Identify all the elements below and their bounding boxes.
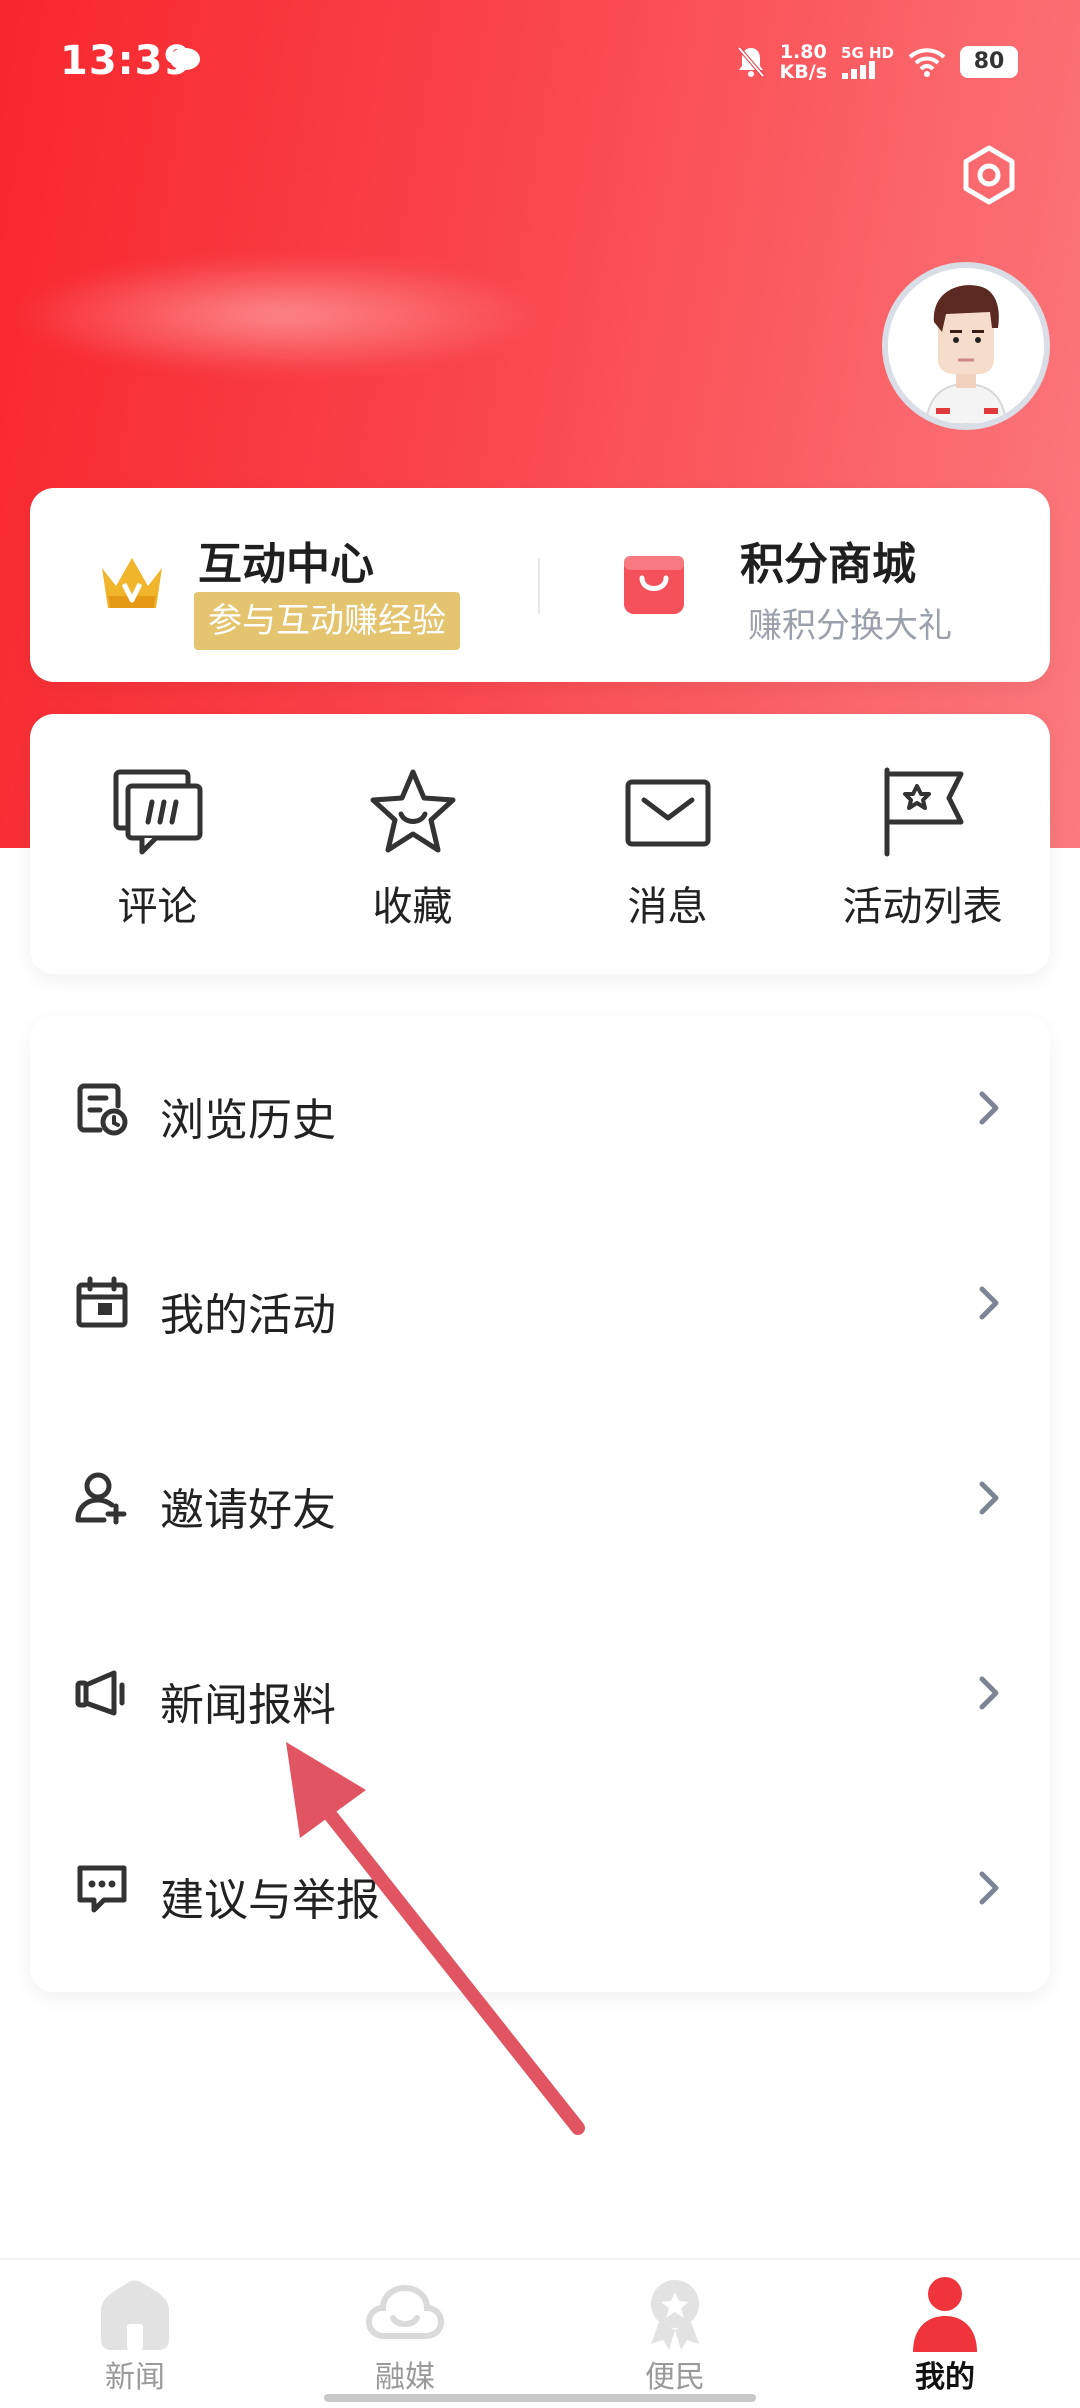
- crown-icon: [102, 558, 162, 608]
- gift-bag-icon: [624, 556, 684, 614]
- envelope-icon: [625, 779, 711, 847]
- network-speed-unit: KB/s: [779, 61, 828, 83]
- calendar-icon: [76, 1276, 128, 1328]
- menu-item-feedback-report[interactable]: 建议与举报: [30, 1796, 1050, 1991]
- chevron-right-icon: [979, 1091, 999, 1125]
- nav-label: 融媒: [375, 2360, 435, 2395]
- blurred-username: [10, 255, 550, 375]
- points-store-entry[interactable]: 积分商城 赚积分换大礼: [540, 488, 1050, 682]
- chevron-right-icon: [979, 1481, 999, 1515]
- history-icon: [77, 1083, 128, 1136]
- mute-bell-icon: [737, 46, 765, 78]
- quick-action-label: 评论: [117, 884, 198, 930]
- avatar-illustration: [888, 268, 1044, 424]
- chevron-right-icon: [979, 1286, 999, 1320]
- nav-item-mine[interactable]: 我的: [810, 2260, 1080, 2408]
- points-store-subtitle: 赚积分换大礼: [748, 606, 952, 646]
- star-icon: [370, 769, 456, 853]
- network-type: 5G HD: [841, 44, 894, 62]
- bottom-nav: 新闻 融媒 便民 我的: [0, 2258, 1080, 2408]
- nav-label-active: 我的: [915, 2360, 975, 2395]
- menu-item-label: 浏览历史: [160, 1095, 336, 1146]
- quick-action-label: 活动列表: [842, 884, 1003, 930]
- menu-item-label: 建议与举报: [160, 1875, 380, 1926]
- network-speed: 1.80 KB/s: [780, 42, 827, 82]
- quick-action-label: 消息: [627, 884, 708, 930]
- home-indicator[interactable]: [324, 2394, 756, 2402]
- rewards-card: 互动中心 参与互动赚经验 积分商城 赚积分换大礼: [30, 488, 1050, 682]
- menu-item-label: 新闻报料: [160, 1680, 336, 1731]
- network-speed-value: 1.80: [779, 41, 827, 63]
- cloud-icon: [365, 2284, 445, 2339]
- menu-item-browse-history[interactable]: 浏览历史: [30, 1016, 1050, 1211]
- interaction-center-title: 互动中心: [198, 539, 374, 590]
- megaphone-icon: [75, 1670, 125, 1716]
- nav-label: 新闻: [105, 2360, 165, 2395]
- status-indicators: 1.80 KB/s 5G HD 80: [736, 40, 1018, 84]
- cell-signal: 5G HD: [841, 45, 894, 79]
- flag-icon: [884, 767, 964, 857]
- comment-icon: [113, 769, 203, 855]
- quick-action-messages[interactable]: 消息: [540, 714, 795, 974]
- menu-item-label: 邀请好友: [160, 1485, 336, 1536]
- wifi-icon: [908, 48, 946, 77]
- nav-item-media[interactable]: 融媒: [270, 2260, 540, 2408]
- battery-indicator: 80: [960, 46, 1018, 78]
- signal-icon: [842, 61, 876, 79]
- quick-action-favorites[interactable]: 收藏: [285, 714, 540, 974]
- points-store-title: 积分商城: [740, 539, 916, 590]
- user-icon: [913, 2277, 977, 2352]
- nav-label: 便民: [645, 2360, 705, 2395]
- add-user-icon: [75, 1472, 127, 1525]
- settings-icon[interactable]: [958, 144, 1020, 206]
- chat-bubble-icon: [170, 48, 200, 74]
- chevron-right-icon: [979, 1676, 999, 1710]
- menu-list: 浏览历史 我的活动 邀请好友 新闻报料 建议与举报: [30, 1016, 1050, 1992]
- menu-item-news-tip[interactable]: 新闻报料: [30, 1601, 1050, 1796]
- quick-action-activity-list[interactable]: 活动列表: [795, 714, 1050, 974]
- nav-item-services[interactable]: 便民: [540, 2260, 810, 2408]
- menu-item-invite-friends[interactable]: 邀请好友: [30, 1406, 1050, 1601]
- quick-action-label: 收藏: [372, 884, 453, 930]
- chevron-right-icon: [979, 1871, 999, 1905]
- nav-item-news[interactable]: 新闻: [0, 2260, 270, 2408]
- feedback-icon: [77, 1865, 127, 1913]
- interaction-center-entry[interactable]: 互动中心 参与互动赚经验: [30, 488, 540, 682]
- menu-item-label: 我的活动: [160, 1290, 336, 1341]
- home-icon: [101, 2280, 169, 2350]
- status-bar: 13:39 1.80 KB/s 5G HD 80: [0, 0, 1080, 120]
- avatar[interactable]: [882, 262, 1050, 430]
- menu-item-my-activities[interactable]: 我的活动: [30, 1211, 1050, 1406]
- badge-icon: [651, 2280, 699, 2350]
- quick-action-comment[interactable]: 评论: [30, 714, 285, 974]
- interaction-center-badge: 参与互动赚经验: [194, 592, 460, 650]
- quick-actions-card: 评论 收藏 消息 活动列表: [30, 714, 1050, 974]
